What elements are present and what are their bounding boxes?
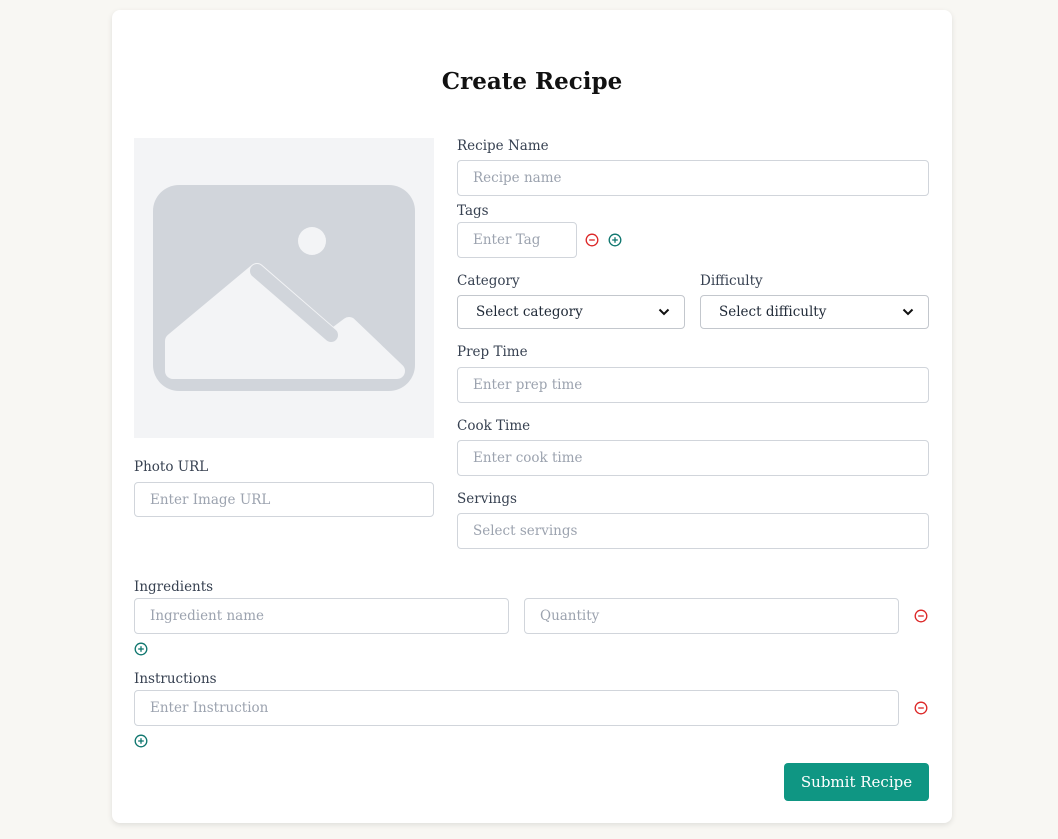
ingredient-name-input[interactable] [134,598,509,634]
difficulty-label: Difficulty [700,273,763,289]
add-instruction-button[interactable] [134,734,148,748]
plus-circle-icon [134,642,148,656]
remove-tag-button[interactable] [585,233,599,247]
add-ingredient-button[interactable] [134,642,148,656]
ingredients-label: Ingredients [134,579,214,595]
recipe-name-input[interactable] [457,160,929,196]
tags-label: Tags [457,203,489,219]
instruction-input[interactable] [134,690,899,726]
tag-input[interactable] [457,222,577,258]
category-select[interactable]: Select category [457,295,685,329]
difficulty-selected-value: Select difficulty [719,304,827,320]
page-title: Create Recipe [441,68,623,95]
photo-url-label: Photo URL [134,459,209,475]
plus-circle-icon [608,233,622,247]
cook-time-input[interactable] [457,440,929,476]
cook-time-label: Cook Time [457,418,531,434]
chevron-down-icon [658,308,670,316]
recipe-name-label: Recipe Name [457,138,549,154]
instructions-label: Instructions [134,671,217,687]
plus-circle-icon [134,734,148,748]
photo-preview [134,138,434,438]
add-tag-button[interactable] [608,233,622,247]
servings-input[interactable] [457,513,929,549]
category-label: Category [457,273,520,289]
difficulty-select[interactable]: Select difficulty [700,295,929,329]
servings-label: Servings [457,491,517,507]
photo-url-input[interactable] [134,482,434,517]
image-placeholder-icon [153,185,415,391]
prep-time-input[interactable] [457,367,929,403]
remove-ingredient-button[interactable] [914,609,928,623]
minus-circle-icon [585,233,599,247]
prep-time-label: Prep Time [457,344,528,360]
minus-circle-icon [914,609,928,623]
chevron-down-icon [902,308,914,316]
submit-recipe-button[interactable]: Submit Recipe [784,763,929,801]
recipe-form-card: Create Recipe Photo URL Recipe Name Tags… [112,10,952,823]
category-selected-value: Select category [476,304,583,320]
minus-circle-icon [914,701,928,715]
remove-instruction-button[interactable] [914,701,928,715]
ingredient-quantity-input[interactable] [524,598,899,634]
